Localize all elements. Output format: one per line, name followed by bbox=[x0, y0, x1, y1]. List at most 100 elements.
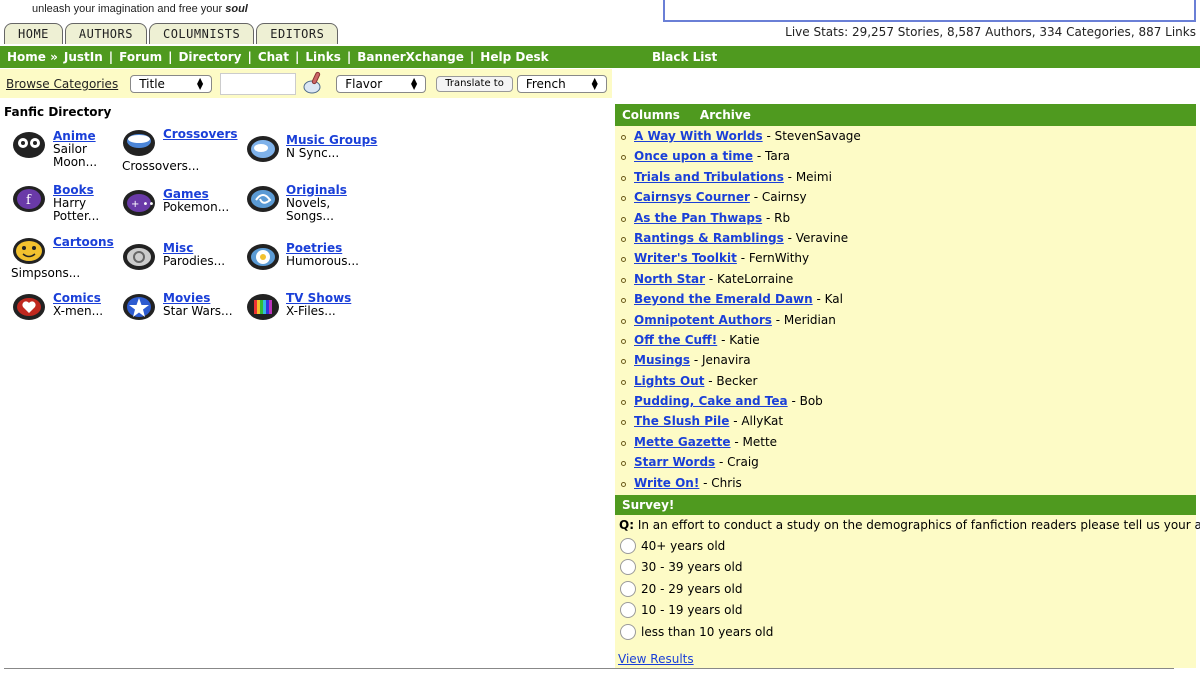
column-link[interactable]: Omnipotent Authors bbox=[634, 313, 772, 327]
category-desc: X-men... bbox=[53, 304, 104, 318]
cat-face-icon[interactable] bbox=[12, 130, 46, 160]
survey-option[interactable]: 40+ years old bbox=[615, 535, 1196, 557]
list-item: Beyond the Emerald Dawn - Kal bbox=[615, 289, 1196, 309]
cloud-icon[interactable] bbox=[246, 134, 280, 164]
radio-button[interactable] bbox=[620, 580, 636, 597]
column-link[interactable]: Mette Gazette bbox=[634, 435, 731, 449]
browse-categories-link[interactable]: Browse Categories bbox=[6, 77, 118, 91]
flavor-select[interactable]: Flavor ▲ ▼ bbox=[336, 74, 427, 93]
search-input[interactable] bbox=[220, 72, 297, 95]
column-author: - StevenSavage bbox=[762, 129, 861, 143]
nav-directory[interactable]: Directory bbox=[178, 50, 241, 64]
list-item: Musings - Jenavira bbox=[615, 350, 1196, 370]
survey-option[interactable]: less than 10 years old bbox=[615, 621, 1196, 643]
column-link[interactable]: North Star bbox=[634, 272, 705, 286]
flower-icon[interactable] bbox=[246, 242, 280, 272]
column-link[interactable]: Pudding, Cake and Tea bbox=[634, 394, 788, 408]
category-desc: Parodies... bbox=[163, 254, 226, 268]
nav-links[interactable]: Links bbox=[305, 50, 340, 64]
survey-option[interactable]: 30 - 39 years old bbox=[615, 557, 1196, 579]
column-author: - Rb bbox=[762, 210, 791, 225]
category-link-crossovers[interactable]: Crossovers bbox=[163, 128, 238, 141]
column-link[interactable]: A Way With Worlds bbox=[634, 129, 763, 143]
category-desc: N Sync... bbox=[286, 146, 340, 160]
column-link[interactable]: Once upon a time bbox=[634, 149, 753, 163]
column-link[interactable]: Write On! bbox=[634, 476, 699, 490]
star-icon[interactable] bbox=[122, 292, 156, 322]
book-icon[interactable]: f bbox=[12, 184, 46, 214]
column-author: - AllyKat bbox=[729, 414, 784, 429]
column-link[interactable]: Off the Cuff! bbox=[634, 333, 717, 347]
list-item: Mette Gazette - Mette bbox=[615, 432, 1196, 452]
tab-editors[interactable]: EDITORS bbox=[256, 23, 339, 44]
nav-separator: | bbox=[168, 50, 173, 64]
columns-title[interactable]: Columns bbox=[622, 108, 680, 122]
column-author: - Chris bbox=[699, 475, 742, 490]
list-item: Off the Cuff! - Katie bbox=[615, 330, 1196, 350]
column-link[interactable]: Writer's Toolkit bbox=[634, 251, 737, 265]
view-results-link[interactable]: View Results bbox=[618, 652, 694, 666]
column-link[interactable]: As the Pan Thwaps bbox=[634, 211, 762, 225]
survey-option[interactable]: 10 - 19 years old bbox=[615, 600, 1196, 622]
swirl-icon[interactable] bbox=[246, 184, 280, 214]
radio-button[interactable] bbox=[620, 537, 636, 554]
language-value: French bbox=[525, 76, 566, 91]
tv-icon[interactable] bbox=[246, 292, 280, 322]
radio-button[interactable] bbox=[620, 623, 636, 640]
select-arrows-icon: ▲ ▼ bbox=[411, 75, 418, 91]
column-link[interactable]: The Slush Pile bbox=[634, 414, 729, 428]
list-item: Starr Words - Craig bbox=[615, 452, 1196, 472]
translate-button[interactable]: Translate to bbox=[436, 75, 513, 92]
survey-question: Q: In an effort to conduct a study on th… bbox=[619, 518, 1200, 533]
main-tabs: HOME AUTHORS COLUMNISTS EDITORS bbox=[4, 23, 340, 44]
spiral-icon[interactable] bbox=[122, 242, 156, 272]
column-link[interactable]: Beyond the Emerald Dawn bbox=[634, 292, 813, 306]
nav-chat[interactable]: Chat bbox=[258, 50, 289, 64]
nav-help-desk[interactable]: Help Desk bbox=[480, 50, 548, 64]
search-go-icon[interactable] bbox=[302, 70, 324, 97]
survey-header: Survey! bbox=[615, 495, 1196, 516]
column-author: - Meridian bbox=[771, 312, 836, 327]
radio-button[interactable] bbox=[620, 602, 636, 619]
column-author: - Meimi bbox=[783, 169, 832, 184]
nav-separator: | bbox=[247, 50, 252, 64]
browse-toolbar: Browse Categories Title ▲ ▼ Flavor ▲ ▼ Tra… bbox=[0, 69, 612, 98]
list-item: The Slush Pile - AllyKat bbox=[615, 411, 1196, 431]
search-by-select[interactable]: Title ▲ ▼ bbox=[130, 74, 213, 93]
tab-authors[interactable]: AUTHORS bbox=[64, 23, 147, 44]
archive-link[interactable]: Archive bbox=[700, 108, 751, 122]
tab-home[interactable]: HOME bbox=[4, 23, 63, 44]
category-desc: Crossovers... bbox=[122, 159, 200, 173]
smiley-icon[interactable] bbox=[12, 236, 46, 266]
column-author: - Cairnsy bbox=[749, 190, 807, 205]
tab-columnists[interactable]: COLUMNISTS bbox=[148, 23, 255, 44]
list-item: Lights Out - Becker bbox=[615, 371, 1196, 391]
column-link[interactable]: Starr Words bbox=[634, 455, 715, 469]
nav-black-list[interactable]: Black List bbox=[652, 50, 717, 64]
nav-home[interactable]: Home » bbox=[7, 50, 58, 64]
column-link[interactable]: Musings bbox=[634, 353, 690, 367]
bowl-icon[interactable] bbox=[122, 128, 156, 158]
list-item: North Star - KateLorraine bbox=[615, 269, 1196, 289]
column-link[interactable]: Trials and Tribulations bbox=[634, 170, 784, 184]
column-link[interactable]: Rantings & Ramblings bbox=[634, 231, 784, 245]
list-item: Cairnsys Courner - Cairnsy bbox=[615, 187, 1196, 207]
nav-forum[interactable]: Forum bbox=[119, 50, 162, 64]
nav-separator: | bbox=[295, 50, 300, 64]
nav-bannerxchange[interactable]: BannerXchange bbox=[357, 50, 464, 64]
list-item: As the Pan Thwaps - Rb bbox=[615, 208, 1196, 228]
survey-option[interactable]: 20 - 29 years old bbox=[615, 578, 1196, 600]
radio-button[interactable] bbox=[620, 559, 636, 576]
column-author: - Mette bbox=[730, 434, 778, 449]
category-link-cartoons[interactable]: Cartoons bbox=[53, 236, 114, 249]
nav-justin[interactable]: JustIn bbox=[64, 50, 103, 64]
column-link[interactable]: Lights Out bbox=[634, 374, 704, 388]
gamepad-icon[interactable]: + •• bbox=[122, 188, 156, 218]
category-desc: Star Wars... bbox=[163, 304, 233, 318]
language-select[interactable]: French ▲ ▼ bbox=[516, 74, 607, 93]
category-desc: Humorous... bbox=[286, 254, 359, 268]
column-author: - Bob bbox=[787, 394, 823, 409]
heart-icon[interactable] bbox=[12, 292, 46, 322]
column-link[interactable]: Cairnsys Courner bbox=[634, 190, 750, 204]
nav-bar: Home » JustIn | Forum | Directory | Chat… bbox=[0, 46, 1200, 68]
